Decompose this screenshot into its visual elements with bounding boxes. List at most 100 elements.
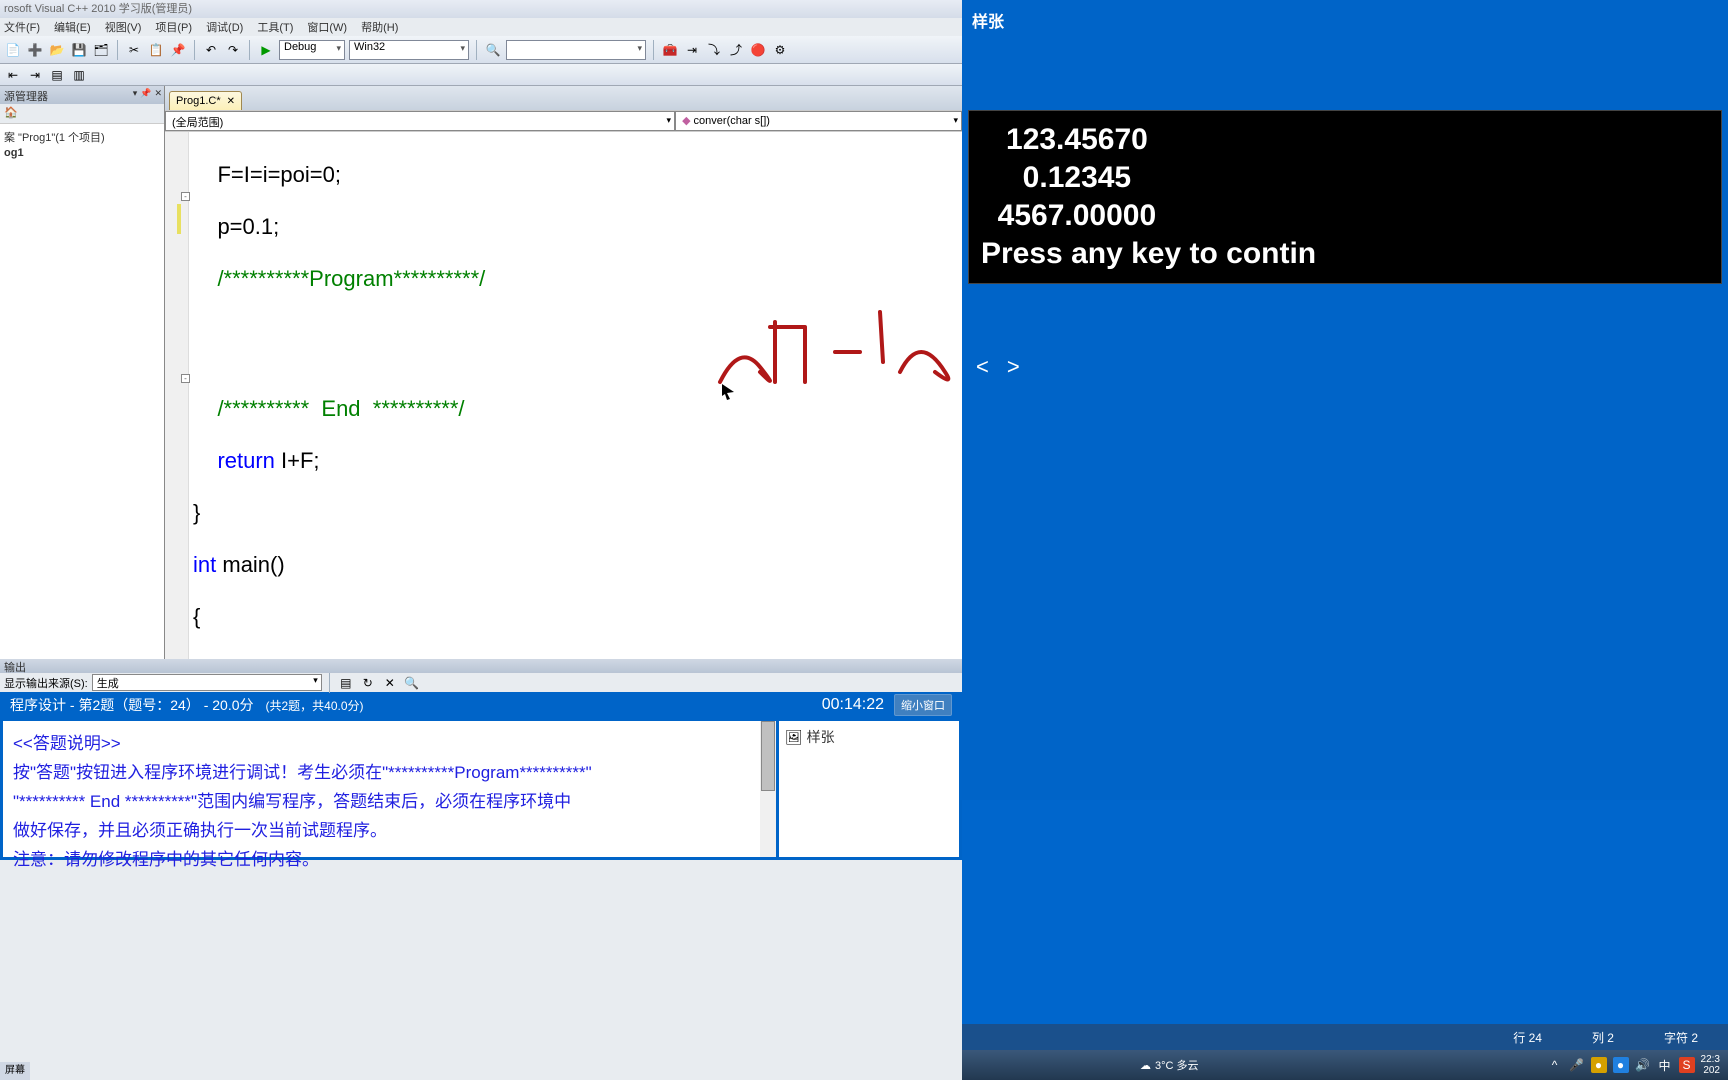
minimize-window-button[interactable]: 缩小窗口	[894, 694, 952, 716]
save-all-icon[interactable]: 🗂	[92, 41, 110, 59]
ime-icon[interactable]: 中	[1657, 1057, 1673, 1073]
scroll-thumb[interactable]	[761, 721, 775, 791]
output-icon[interactable]: ▤	[337, 674, 355, 692]
cloud-icon: ☁	[1140, 1059, 1151, 1072]
fold-icon[interactable]: -	[181, 374, 190, 383]
find-icon[interactable]: 🔍	[484, 41, 502, 59]
sample-label: 样张	[807, 729, 835, 745]
code-editor[interactable]: - - F=I=i=poi=0; p=0.1; /**********Progr…	[165, 132, 962, 659]
step-icon[interactable]: ⇥	[683, 41, 701, 59]
open-icon[interactable]: 📂	[48, 41, 66, 59]
project-node[interactable]: og1	[4, 146, 160, 160]
tab-close-icon[interactable]: ✕	[227, 96, 235, 107]
cut-icon[interactable]: ✂	[125, 41, 143, 59]
scope-bar: (全局范围) ◆conver(char s[])	[165, 110, 962, 132]
tray-volume-icon[interactable]: 🔊	[1635, 1057, 1651, 1073]
solution-explorer: 源管理器 ▾ 📌 ✕ 🏠 案 "Prog1"(1 个项目) og1	[0, 86, 165, 659]
console-line: 4567.00000	[981, 197, 1709, 235]
menu-project[interactable]: 项目(P)	[155, 19, 192, 35]
output-icon[interactable]: ↻	[359, 674, 377, 692]
output-icon[interactable]: ✕	[381, 674, 399, 692]
tray-app-icon[interactable]: ●	[1591, 1057, 1607, 1073]
comment-icon[interactable]: ▤	[48, 66, 66, 84]
taskbar-fragment[interactable]: 屏幕	[0, 1062, 30, 1080]
menu-tools[interactable]: 工具(T)	[257, 19, 293, 35]
instruction-line: 注意：请勿修改程序中的其它任何内容。	[13, 845, 766, 874]
output-source-row: 显示输出来源(S): 生成 ▤ ↻ ✕ 🔍	[0, 673, 962, 692]
step-out-icon[interactable]: ⤴	[727, 41, 745, 59]
scope-right-text: conver(char s[])	[694, 115, 770, 127]
menu-view[interactable]: 视图(V)	[105, 19, 142, 35]
weather-text: 3°C 多云	[1155, 1057, 1199, 1073]
scrollbar[interactable]	[760, 721, 776, 857]
exam-body: <<答题说明>> 按"答题"按钮进入程序环境进行调试！考生必须在"*******…	[0, 718, 962, 860]
save-icon[interactable]: 💾	[70, 41, 88, 59]
tray-clock[interactable]: 22:3202	[1701, 1054, 1720, 1076]
solution-root-node[interactable]: 案 "Prog1"(1 个项目)	[4, 128, 160, 146]
fold-icon[interactable]: -	[181, 192, 190, 201]
weather-widget[interactable]: ☁ 3°C 多云	[1140, 1057, 1199, 1073]
instruction-line: 做好保存，并且必须正确执行一次当前试题程序。	[13, 816, 766, 845]
change-margin	[177, 204, 181, 234]
menu-file[interactable]: 文件(F)	[4, 19, 40, 35]
output-icon[interactable]: 🔍	[403, 674, 421, 692]
pin-icon[interactable]: 📌	[140, 88, 151, 99]
title-bar: rosoft Visual C++ 2010 学习版(管理员)	[0, 0, 962, 18]
dropdown-icon[interactable]: ▾	[133, 88, 138, 99]
instruction-line: 按"答题"按钮进入程序环境进行调试！考生必须在"**********Progra…	[13, 758, 766, 787]
outdent-icon[interactable]: ⇥	[26, 66, 44, 84]
close-icon[interactable]: ✕	[154, 88, 162, 99]
exam-timer: 00:14:22	[822, 696, 884, 714]
solution-toolbar: 🏠	[0, 104, 164, 124]
add-item-icon[interactable]: ➕	[26, 41, 44, 59]
tray-up-icon[interactable]: ^	[1547, 1057, 1563, 1073]
separator-icon	[653, 40, 654, 60]
step-over-icon[interactable]: ⤵	[705, 41, 723, 59]
status-bar: 行 24 列 2 字符 2	[962, 1024, 1728, 1050]
cursor-annotation	[720, 382, 740, 402]
settings-icon[interactable]: ⚙	[771, 41, 789, 59]
menu-window[interactable]: 窗口(W)	[307, 19, 347, 35]
exam-instructions: <<答题说明>> 按"答题"按钮进入程序环境进行调试！考生必须在"*******…	[3, 721, 776, 857]
home-icon[interactable]: 🏠	[4, 107, 18, 119]
solution-tree[interactable]: 案 "Prog1"(1 个项目) og1	[0, 124, 164, 164]
tray-mic-icon[interactable]: 🎤	[1569, 1057, 1585, 1073]
output-source-dropdown[interactable]: 生成	[92, 674, 322, 691]
exam-subtitle: (共2题，共40.0分)	[266, 697, 364, 714]
undo-icon[interactable]: ↶	[202, 41, 220, 59]
uncomment-icon[interactable]: ▥	[70, 66, 88, 84]
scope-dropdown-left[interactable]: (全局范围)	[165, 111, 675, 131]
file-tab[interactable]: Prog1.C* ✕	[169, 91, 242, 110]
code-text[interactable]: F=I=i=poi=0; p=0.1; /**********Program**…	[193, 136, 671, 659]
breakpoint-icon[interactable]: 🔴	[749, 41, 767, 59]
separator-icon	[194, 40, 195, 60]
menu-bar: 文件(F) 编辑(E) 视图(V) 项目(P) 调试(D) 工具(T) 窗口(W…	[0, 18, 962, 36]
copy-icon[interactable]: 📋	[147, 41, 165, 59]
menu-debug[interactable]: 调试(D)	[206, 19, 243, 35]
run-icon[interactable]: ▶	[257, 41, 275, 59]
redo-icon[interactable]: ↷	[224, 41, 242, 59]
menu-help[interactable]: 帮助(H)	[361, 19, 398, 35]
scope-dropdown-right[interactable]: ◆conver(char s[])	[675, 111, 962, 131]
next-button[interactable]: >	[1007, 354, 1020, 380]
tab-row: Prog1.C* ✕	[165, 86, 962, 110]
exam-panel: 程序设计 - 第2题（题号：24） - 20.0分 (共2题，共40.0分) 0…	[0, 692, 962, 860]
new-project-icon[interactable]: 📄	[4, 41, 22, 59]
platform-dropdown[interactable]: Win32	[349, 40, 469, 60]
indent-icon[interactable]: ⇤	[4, 66, 22, 84]
separator-icon	[329, 673, 330, 693]
sample-nav: < >	[976, 354, 1714, 380]
toolbox-icon[interactable]: 🧰	[661, 41, 679, 59]
output-panel: 输出 显示输出来源(S): 生成 ▤ ↻ ✕ 🔍	[0, 659, 962, 692]
config-dropdown[interactable]: Debug	[279, 40, 345, 60]
menu-edit[interactable]: 编辑(E)	[54, 19, 91, 35]
sogou-icon[interactable]: S	[1679, 1057, 1695, 1073]
find-dropdown[interactable]	[506, 40, 646, 60]
prev-button[interactable]: <	[976, 354, 989, 380]
separator-icon	[476, 40, 477, 60]
tray-app-icon[interactable]: ●	[1613, 1057, 1629, 1073]
status-char: 字符 2	[1664, 1029, 1698, 1046]
main-toolbar: 📄 ➕ 📂 💾 🗂 ✂ 📋 📌 ↶ ↷ ▶ Debug Win32 🔍 🧰 ⇥ …	[0, 36, 962, 64]
secondary-toolbar: ⇤ ⇥ ▤ ▥	[0, 64, 962, 86]
paste-icon[interactable]: 📌	[169, 41, 187, 59]
